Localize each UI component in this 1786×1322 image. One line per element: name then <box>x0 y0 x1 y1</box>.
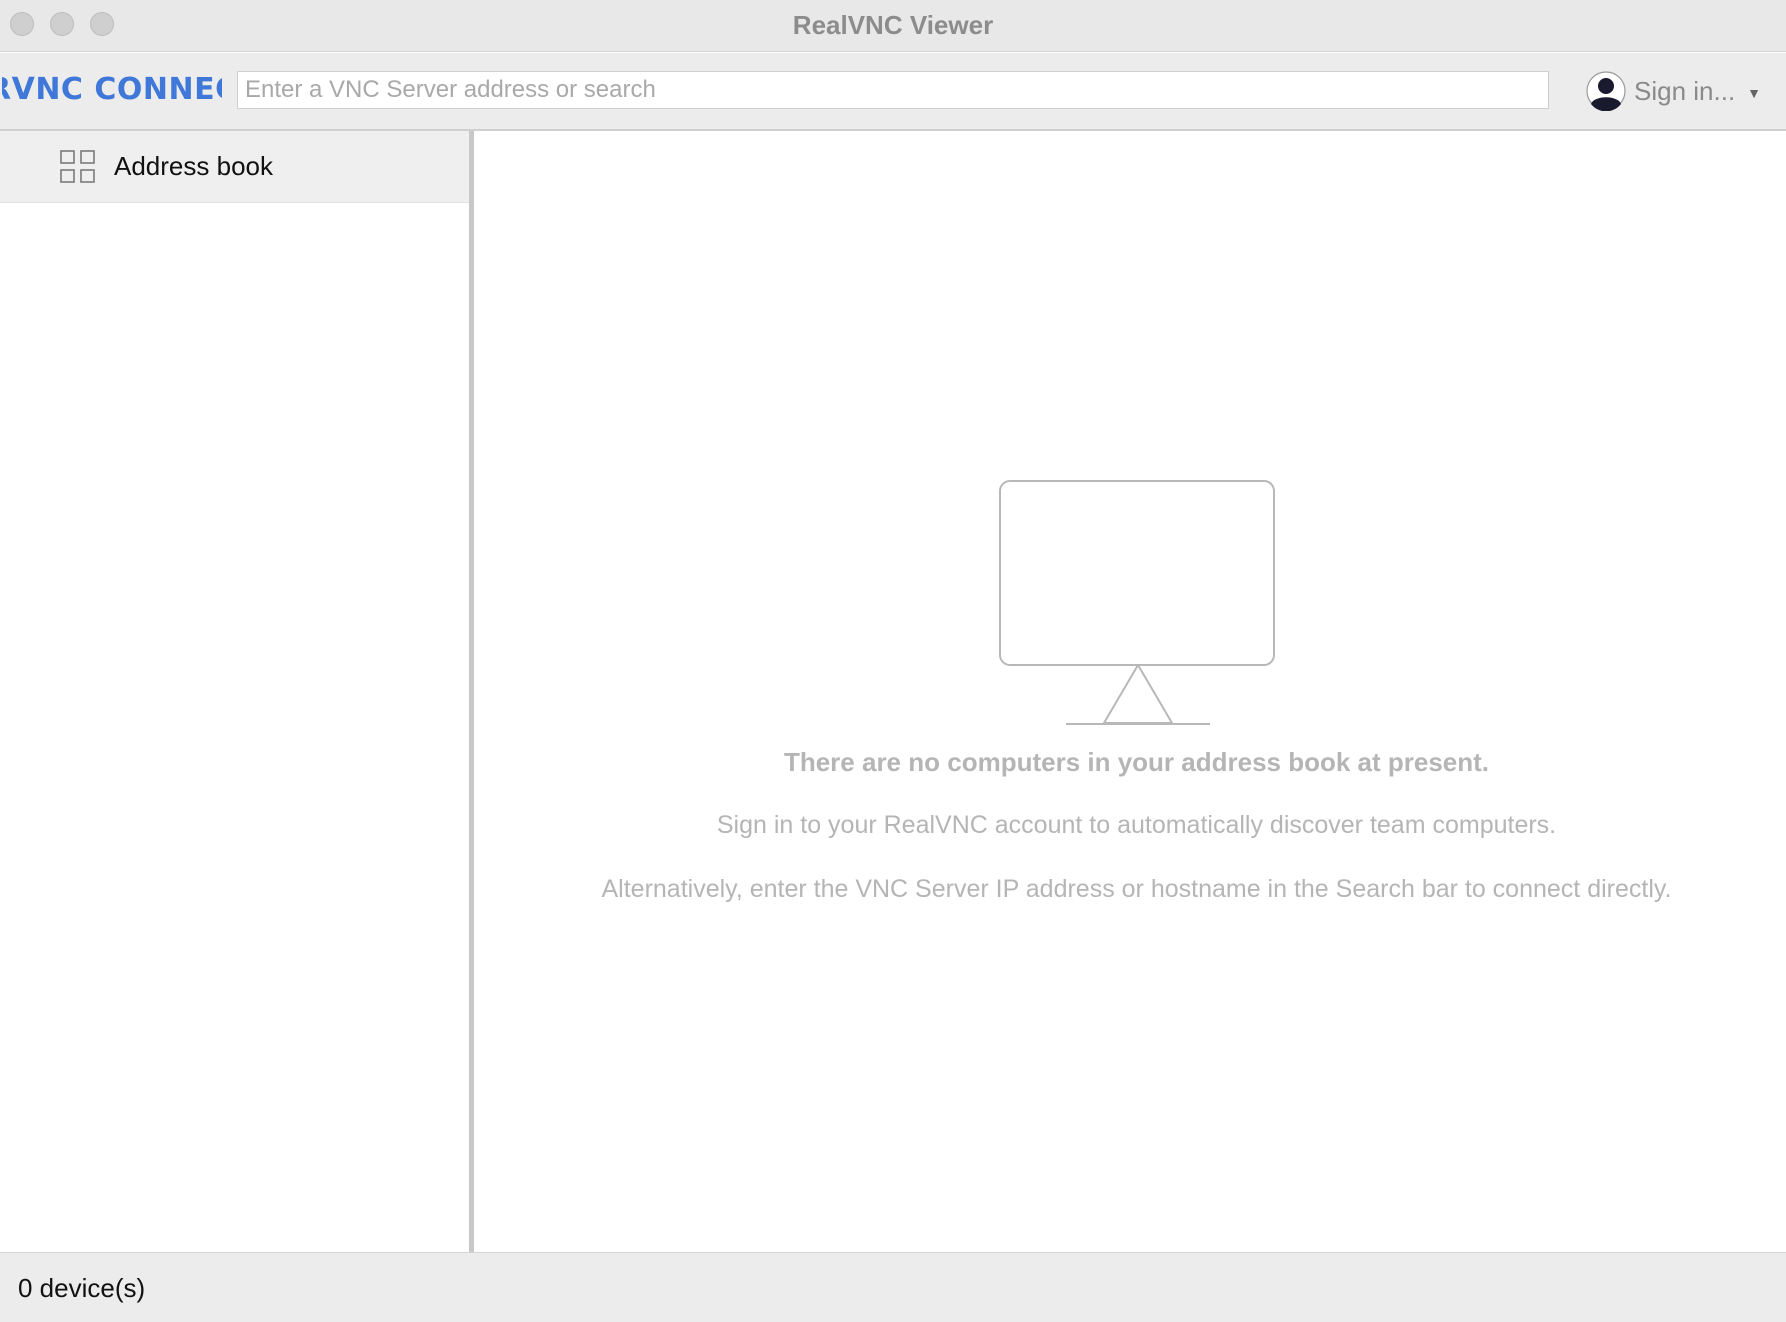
empty-state-hint: Alternatively, enter the VNC Server IP a… <box>601 875 1672 903</box>
sidebar: Address book <box>0 131 474 1252</box>
main-content: There are no computers in your address b… <box>479 131 1786 1252</box>
empty-state-message: Sign in to your RealVNC account to autom… <box>716 811 1557 839</box>
user-avatar-icon <box>1586 71 1626 111</box>
chevron-down-icon: ▼ <box>1747 85 1762 101</box>
title-bar[interactable]: RealVNC Viewer <box>0 0 1786 52</box>
monitor-icon <box>999 480 1275 725</box>
app-window: RealVNC Viewer RVNC CONNECT Sign in... ▼ <box>0 0 1786 1322</box>
toolbar: RVNC CONNECT Sign in... ▼ <box>0 53 1786 131</box>
empty-state-title: There are no computers in your address b… <box>783 747 1490 777</box>
vnc-connect-logo: RVNC CONNECT <box>2 69 222 109</box>
status-bar: 0 device(s) <box>0 1252 1786 1322</box>
logo-text: RVNC CONNECT <box>2 72 222 107</box>
sign-in-label: Sign in... <box>1634 75 1736 106</box>
window-title: RealVNC Viewer <box>792 10 994 40</box>
sidebar-item-label: Address book <box>114 151 273 181</box>
grid-icon <box>60 150 95 183</box>
sidebar-item-address-book[interactable]: Address book <box>0 131 469 203</box>
device-count: 0 device(s) <box>18 1273 146 1303</box>
vnc-connect-logo-icon: RVNC CONNECT <box>2 72 222 107</box>
search-input[interactable] <box>237 71 1549 109</box>
sign-in-button[interactable]: Sign in... ▼ <box>1586 69 1776 113</box>
